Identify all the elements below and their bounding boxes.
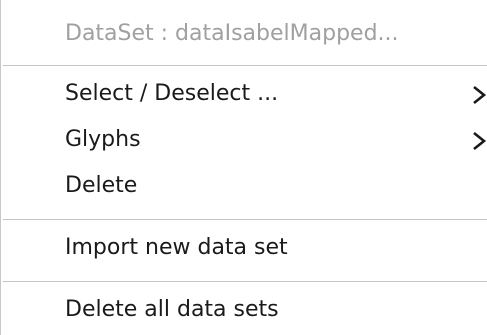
menu-item-label: Delete: [65, 173, 138, 198]
menu-item-label: Select / Deselect ...: [65, 81, 279, 106]
menu-item-delete-all-data-sets[interactable]: Delete all data sets: [1, 288, 487, 332]
menu-item-label: Glyphs: [65, 127, 141, 152]
menu-item-label: Import new data set: [65, 235, 288, 260]
menu-item-glyphs[interactable]: Glyphs: [1, 118, 487, 162]
chevron-right-icon: [473, 85, 487, 105]
menu-item-label: Delete all data sets: [65, 297, 279, 322]
menu-header-label: DataSet : dataIsabelMapped...: [65, 21, 399, 46]
menu-separator: [3, 281, 487, 282]
menu-item-select-deselect[interactable]: Select / Deselect ...: [1, 72, 487, 116]
menu-header: DataSet : dataIsabelMapped...: [1, 12, 487, 56]
menu-separator: [3, 219, 487, 220]
menu-item-import-new-data-set[interactable]: Import new data set: [1, 226, 487, 270]
menu-separator: [3, 65, 487, 66]
chevron-right-icon: [473, 131, 487, 151]
menu-item-delete[interactable]: Delete: [1, 164, 487, 208]
context-menu: DataSet : dataIsabelMapped... Select / D…: [0, 0, 487, 335]
